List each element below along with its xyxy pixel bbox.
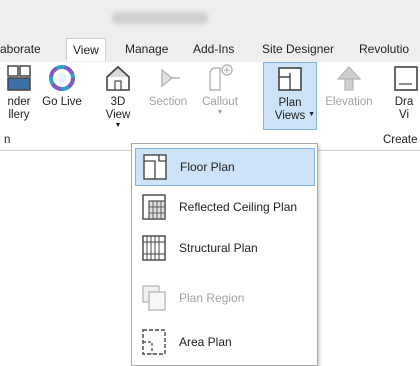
3d-view-dropdown-arrow: ▼ — [114, 122, 122, 129]
menu-item-reflected-ceiling-plan[interactable]: Reflected Ceiling Plan — [135, 189, 315, 227]
drafting-view-icon — [394, 66, 418, 91]
menu-item-label: Plan Region — [179, 291, 245, 305]
callout-dropdown-arrow: ▼ — [216, 109, 224, 116]
title-bar — [0, 0, 420, 34]
ribbon: nder llery Go Live 3D View ▼ Section Cal… — [0, 62, 420, 151]
menu-item-floor-plan[interactable]: Floor Plan — [135, 148, 315, 186]
go-live-icon — [49, 65, 75, 91]
plan-views-dropdown-arrow: ▼ — [308, 111, 315, 118]
callout-icon — [209, 64, 233, 91]
tab-view[interactable]: View — [66, 38, 106, 61]
elevation-button[interactable]: Elevation — [322, 64, 376, 128]
plan-region-icon — [142, 285, 166, 311]
callout-button[interactable]: Callout ▼ — [196, 64, 244, 128]
elevation-label: Elevation — [325, 96, 373, 108]
house-3d-icon — [106, 65, 130, 91]
tab-add-ins[interactable]: Add-Ins — [193, 38, 234, 61]
menu-item-label: Structural Plan — [179, 241, 258, 255]
plan-views-dropdown-menu: Floor Plan Reflected Ceiling Plan Struct… — [131, 143, 318, 366]
menu-item-plan-region[interactable]: Plan Region — [135, 280, 315, 318]
render-gallery-label: nder llery — [7, 96, 31, 121]
menu-item-label: Floor Plan — [180, 160, 235, 174]
3d-view-button[interactable]: 3D View ▼ — [98, 64, 138, 129]
section-icon — [161, 68, 180, 88]
drafting-view-label: Dra Vi — [394, 96, 414, 121]
section-button[interactable]: Section — [146, 64, 190, 128]
reflected-ceiling-plan-icon — [142, 194, 166, 220]
window-title-blurred — [112, 12, 208, 24]
floor-plan-icon — [143, 154, 167, 180]
elevation-icon — [336, 66, 362, 91]
plan-views-label: Plan Views — [274, 97, 306, 122]
callout-label: Callout — [202, 96, 238, 108]
menu-item-label: Reflected Ceiling Plan — [179, 200, 298, 214]
area-plan-icon — [142, 329, 166, 355]
structural-plan-icon — [142, 235, 166, 261]
render-gallery-icon — [7, 65, 31, 91]
panel-label-presentation: n — [4, 134, 11, 146]
go-live-button[interactable]: Go Live — [40, 64, 84, 128]
section-label: Section — [148, 96, 188, 108]
render-gallery-button[interactable]: nder llery — [0, 64, 38, 128]
drafting-view-button[interactable]: Dra Vi — [384, 64, 420, 128]
tab-collaborate[interactable]: aborate — [0, 38, 41, 61]
ribbon-tab-bar: aborate View Manage Add-Ins Site Designe… — [0, 34, 420, 63]
tab-site-designer[interactable]: Site Designer — [262, 38, 334, 61]
menu-item-area-plan[interactable]: Area Plan — [135, 324, 315, 362]
plan-views-button[interactable]: Plan Views ▼ — [263, 62, 317, 130]
plan-views-icon — [278, 67, 302, 91]
go-live-label: Go Live — [42, 96, 82, 108]
3d-view-label: 3D View — [105, 96, 131, 121]
tab-revolution[interactable]: Revolutio — [359, 38, 409, 61]
menu-item-structural-plan[interactable]: Structural Plan — [135, 230, 315, 268]
panel-label-create: Create — [383, 134, 418, 146]
menu-item-label: Area Plan — [179, 335, 232, 349]
tab-manage[interactable]: Manage — [125, 38, 168, 61]
